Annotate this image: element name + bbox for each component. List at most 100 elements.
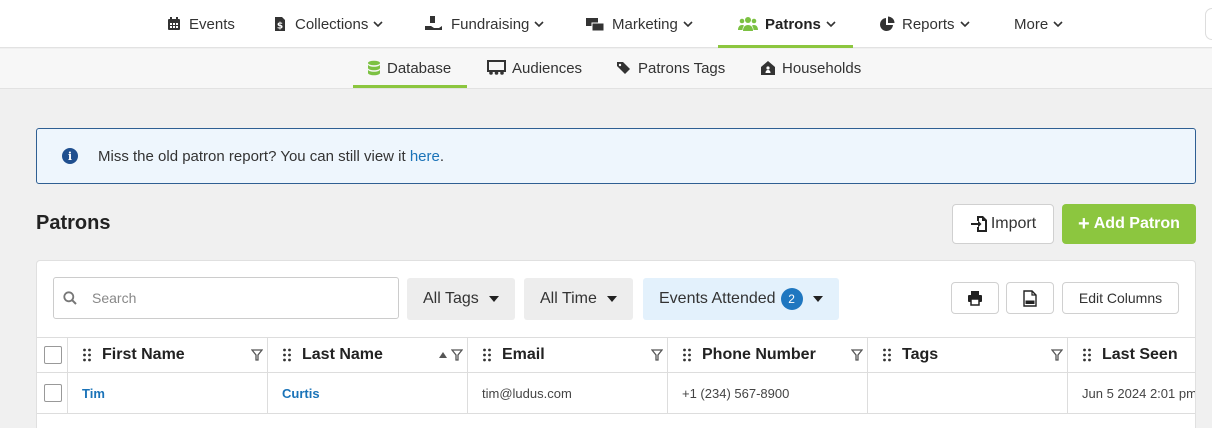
nav-label: Reports: [902, 15, 955, 33]
column-header-tags[interactable]: Tags: [868, 338, 1068, 372]
chevron-down-icon: [534, 19, 544, 29]
banner-suffix: .: [439, 147, 445, 165]
subnav-item-households[interactable]: Households: [760, 49, 861, 87]
nav-item-collections[interactable]: $ Collections: [272, 0, 383, 48]
search-icon: [63, 291, 77, 305]
select-all-cell: [37, 338, 68, 372]
invoice-dollar-icon: $: [272, 16, 288, 32]
calendar-icon: [166, 16, 182, 32]
nav-label: Events: [189, 15, 235, 33]
filter-label: All Tags: [423, 290, 479, 307]
add-patron-label: Add Patron: [1093, 215, 1180, 232]
column-header-last-seen[interactable]: Last Seen: [1068, 338, 1195, 372]
column-label: Last Seen: [1102, 346, 1178, 363]
hand-donate-icon: [424, 16, 444, 32]
nav-item-marketing[interactable]: Marketing: [585, 0, 693, 48]
print-button[interactable]: [951, 282, 999, 314]
active-subnav-indicator: [353, 85, 467, 88]
caret-down-icon: [812, 296, 823, 302]
audience-icon: [487, 60, 506, 76]
filter-icon[interactable]: [1051, 349, 1063, 361]
drag-handle-icon[interactable]: [482, 348, 492, 362]
nav-label: Fundraising: [451, 15, 530, 33]
database-icon: [367, 60, 381, 76]
add-patron-button[interactable]: + Add Patron: [1062, 204, 1196, 244]
chevron-down-icon: [373, 19, 383, 29]
print-icon: [967, 290, 983, 306]
caret-down-icon: [606, 296, 617, 302]
subnav-item-database[interactable]: Database: [367, 49, 451, 87]
import-button[interactable]: Import: [952, 204, 1054, 244]
filter-icon[interactable]: [451, 349, 463, 361]
chevron-down-icon: [826, 19, 836, 29]
nav-item-fundraising[interactable]: Fundraising: [424, 0, 544, 48]
column-header-last-name[interactable]: Last Name: [268, 338, 468, 372]
last-name-link[interactable]: Curtis: [282, 386, 320, 401]
chevron-down-icon: [959, 19, 970, 29]
user-menu-button[interactable]: [1205, 8, 1212, 40]
cell-last-seen: Jun 5 2024 2:01 pm: [1068, 373, 1196, 413]
time-filter-dropdown[interactable]: All Time: [524, 278, 633, 320]
column-label: Email: [502, 346, 545, 363]
nav-item-reports[interactable]: Reports: [879, 0, 970, 48]
subnav-label: Patrons Tags: [638, 59, 726, 77]
subnav-item-audiences[interactable]: Audiences: [487, 49, 582, 87]
cell-phone: +1 (234) 567-8900: [668, 373, 868, 413]
banner-message: Miss the old patron report? You can stil…: [98, 148, 444, 165]
search-input[interactable]: [92, 290, 372, 306]
drag-handle-icon[interactable]: [682, 348, 692, 362]
nav-label: Patrons: [765, 15, 821, 33]
tags-icon: [616, 60, 632, 76]
old-report-link[interactable]: here: [410, 148, 440, 165]
subnav-label: Households: [782, 59, 862, 77]
row-checkbox[interactable]: [44, 384, 62, 402]
column-header-phone-number[interactable]: Phone Number: [668, 338, 868, 372]
filter-label: Events Attended: [659, 290, 776, 307]
active-nav-indicator: [718, 45, 853, 48]
cell-tags: [868, 373, 1068, 413]
drag-handle-icon[interactable]: [82, 348, 92, 362]
column-label: Last Name: [302, 346, 383, 363]
import-label: Import: [990, 215, 1037, 232]
nav-item-more[interactable]: More: [1014, 0, 1063, 48]
filter-icon[interactable]: [651, 349, 663, 361]
svg-text:$: $: [277, 22, 283, 32]
drag-handle-icon[interactable]: [882, 348, 892, 362]
column-header-first-name[interactable]: First Name: [68, 338, 268, 372]
sort-ascending-icon[interactable]: [439, 352, 447, 358]
last-seen-value: Jun 5 2024 2:01 pm: [1082, 385, 1196, 401]
first-name-link[interactable]: Tim: [82, 386, 105, 401]
nav-item-events[interactable]: Events: [166, 0, 235, 48]
nav-label: More: [1014, 15, 1049, 33]
events-attended-filter-dropdown[interactable]: Events Attended 2: [643, 278, 839, 320]
drag-handle-icon[interactable]: [282, 348, 292, 362]
edit-columns-label: Edit Columns: [1078, 290, 1163, 306]
column-label: Tags: [902, 346, 939, 363]
file-import-icon: [970, 215, 988, 233]
cell-last-name: Curtis: [268, 373, 468, 413]
subnav-item-patrons-tags[interactable]: Patrons Tags: [616, 49, 725, 87]
csv-file-icon: [1023, 289, 1037, 307]
users-icon: [738, 16, 758, 32]
plus-icon: +: [1078, 212, 1090, 235]
cell-first-name: Tim: [68, 373, 268, 413]
column-header-email[interactable]: Email: [468, 338, 668, 372]
subnav-label: Database: [387, 59, 452, 77]
drag-handle-icon[interactable]: [1082, 348, 1092, 362]
export-csv-button[interactable]: [1006, 282, 1054, 314]
table-row[interactable]: Tim Curtis tim@ludus.com +1 (234) 567-89…: [37, 373, 1196, 414]
mail-bulk-icon: [585, 16, 605, 32]
tags-filter-dropdown[interactable]: All Tags: [407, 278, 515, 320]
cell-email: tim@ludus.com: [468, 373, 668, 413]
edit-columns-button[interactable]: Edit Columns: [1062, 282, 1179, 314]
table-header: First Name Last Name Email Phone Number …: [37, 337, 1195, 373]
house-icon: [760, 60, 776, 76]
filter-icon[interactable]: [251, 349, 263, 361]
sub-navigation: Database Audiences Patrons Tags Househol…: [0, 49, 1212, 89]
subnav-label: Audiences: [512, 59, 583, 77]
nav-item-patrons[interactable]: Patrons: [738, 0, 836, 48]
email-value: tim@ludus.com: [482, 385, 572, 401]
filter-icon[interactable]: [851, 349, 863, 361]
select-all-checkbox[interactable]: [44, 346, 62, 364]
filter-count-badge: 2: [780, 288, 803, 310]
